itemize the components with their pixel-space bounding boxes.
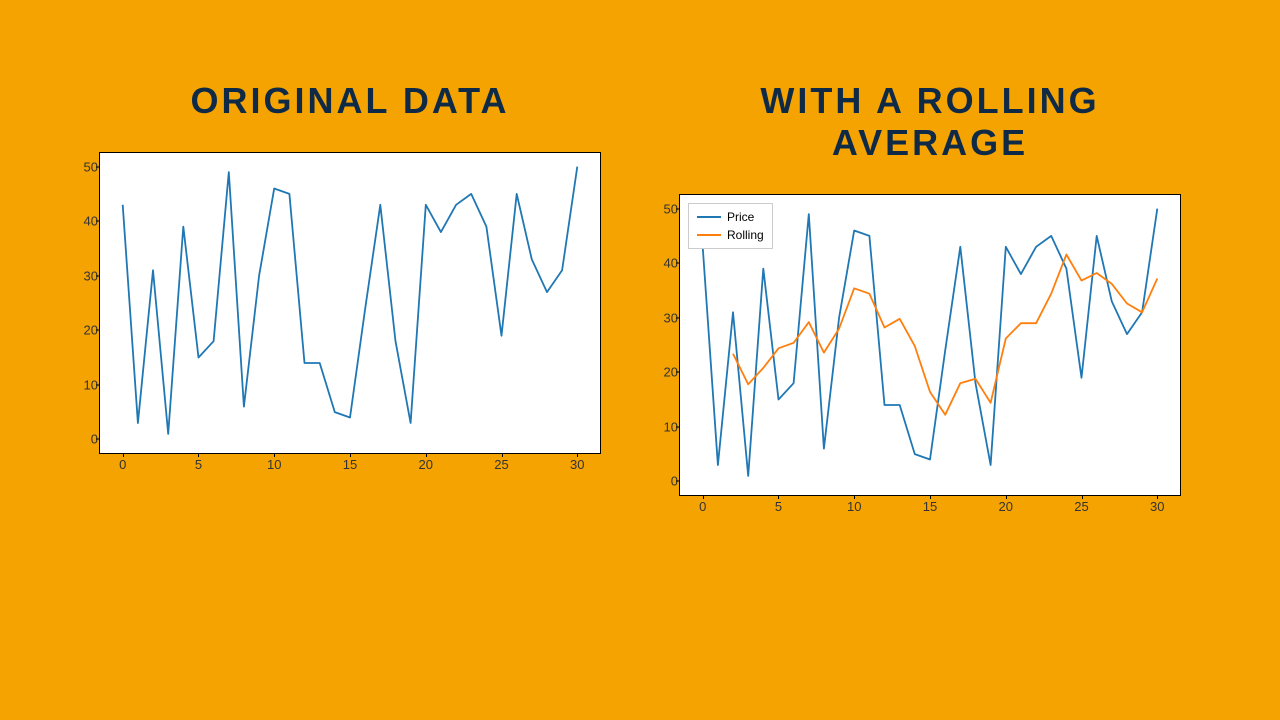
charts-container: ORIGINAL DATA 01020304050 051015202530 W… bbox=[0, 0, 1280, 496]
legend-swatch-price bbox=[697, 216, 721, 218]
legend-swatch-rolling bbox=[697, 234, 721, 236]
left-chart: 01020304050 051015202530 bbox=[99, 152, 601, 454]
right-panel: WITH A ROLLING AVERAGE Price Rolling 010… bbox=[670, 80, 1190, 496]
left-panel: ORIGINAL DATA 01020304050 051015202530 bbox=[90, 80, 610, 496]
legend: Price Rolling bbox=[688, 203, 773, 249]
legend-label-price: Price bbox=[727, 208, 754, 226]
right-chart-title: WITH A ROLLING AVERAGE bbox=[670, 80, 1190, 164]
legend-item-price: Price bbox=[697, 208, 764, 226]
left-x-axis: 051015202530 bbox=[100, 455, 600, 475]
right-chart: Price Rolling 01020304050 051015202530 bbox=[679, 194, 1181, 496]
left-chart-title: ORIGINAL DATA bbox=[90, 80, 610, 122]
left-chart-svg bbox=[100, 153, 600, 453]
legend-label-rolling: Rolling bbox=[727, 226, 764, 244]
right-y-axis: 01020304050 bbox=[650, 195, 678, 495]
legend-item-rolling: Rolling bbox=[697, 226, 764, 244]
right-x-axis: 051015202530 bbox=[680, 497, 1180, 517]
left-y-axis: 01020304050 bbox=[70, 153, 98, 453]
